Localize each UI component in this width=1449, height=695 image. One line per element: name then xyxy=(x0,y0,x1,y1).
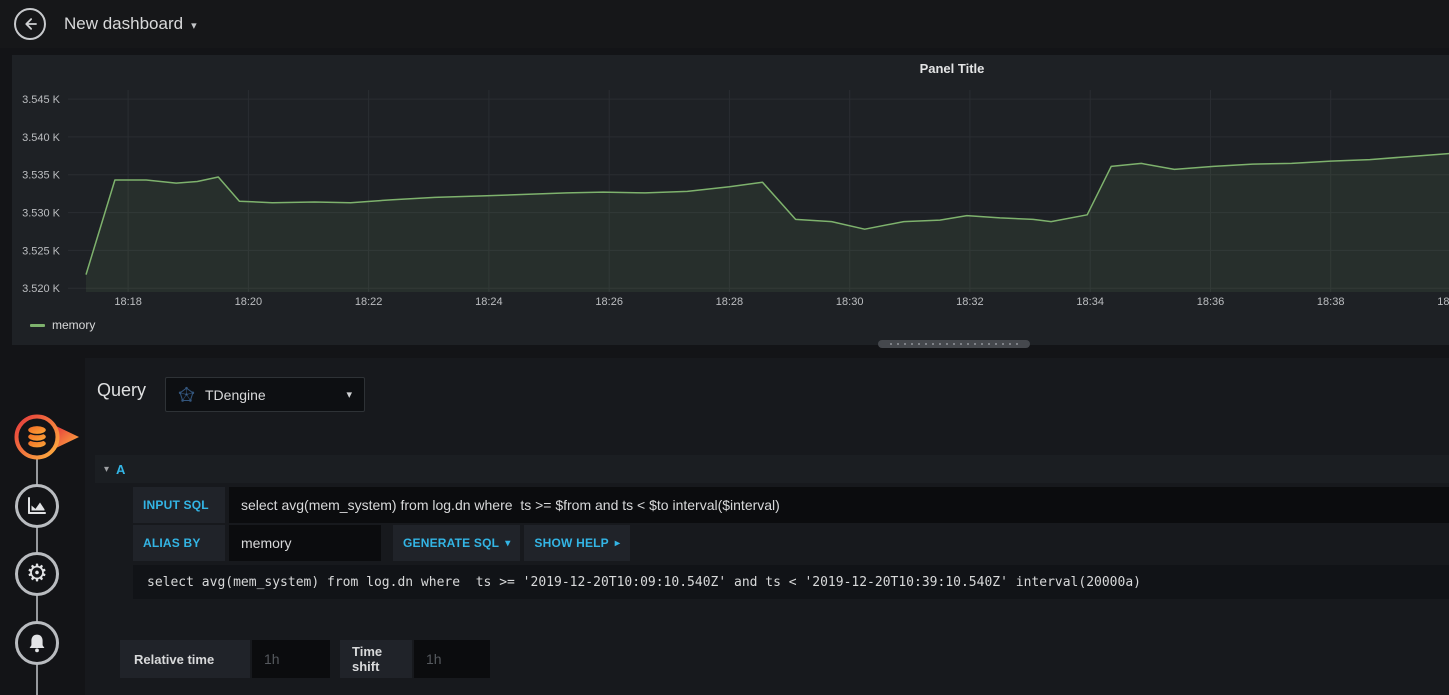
time-shift-field[interactable] xyxy=(414,640,490,678)
show-help-label: SHOW HELP xyxy=(534,536,609,550)
relative-time-field[interactable] xyxy=(252,640,330,678)
generated-sql-row: select avg(mem_system) from log.dn where… xyxy=(133,565,1449,599)
legend-series-label[interactable]: memory xyxy=(52,318,95,332)
graph-panel: Panel Title 3.520 K 3.525 K 3.530 K 3.535 K… xyxy=(12,55,1449,345)
resize-handle-dots xyxy=(890,343,1018,345)
svg-text:3.540 K: 3.540 K xyxy=(22,132,61,144)
dashboard-title: New dashboard xyxy=(64,14,184,33)
svg-text:18:26: 18:26 xyxy=(595,296,623,308)
bell-icon xyxy=(29,634,45,653)
generated-sql-text: select avg(mem_system) from log.dn where… xyxy=(147,574,1141,590)
legend: memory xyxy=(30,318,95,332)
svg-text:18:34: 18:34 xyxy=(1076,296,1104,308)
panel-chart-svg: 3.520 K 3.525 K 3.530 K 3.535 K 3.540 K 3.545… xyxy=(22,90,1449,308)
tab-queries[interactable] xyxy=(13,413,83,461)
svg-text:3.535 K: 3.535 K xyxy=(22,170,61,182)
tab-alert[interactable] xyxy=(15,621,59,665)
query-row-label: A xyxy=(116,461,126,477)
svg-text:3.545 K: 3.545 K xyxy=(22,94,61,106)
query-section-title: Query xyxy=(97,380,147,400)
query-editor-section: Query TDengine ▾ ▾ A INPUT SQL ALIAS BY … xyxy=(85,358,1449,695)
svg-text:18:28: 18:28 xyxy=(716,296,744,308)
tab-visualization[interactable] xyxy=(15,484,59,528)
svg-text:18:30: 18:30 xyxy=(836,296,864,308)
generate-sql-label: GENERATE SQL xyxy=(403,536,500,550)
svg-text:18:20: 18:20 xyxy=(235,296,263,308)
legend-swatch xyxy=(30,323,45,327)
alias-by-label: ALIAS BY xyxy=(133,525,225,561)
back-button[interactable] xyxy=(14,8,46,40)
tdengine-logo-icon xyxy=(178,386,195,402)
panel-resize-handle[interactable] xyxy=(878,340,1030,348)
input-sql-row: INPUT SQL xyxy=(133,487,1449,523)
svg-text:3.520 K: 3.520 K xyxy=(22,283,61,295)
input-sql-field[interactable] xyxy=(229,487,1449,523)
chevron-down-icon: ▾ xyxy=(346,389,352,401)
time-options-row: Relative time Time shift xyxy=(120,640,490,678)
svg-text:3.530 K: 3.530 K xyxy=(22,208,61,220)
chevron-down-icon: ▾ xyxy=(191,20,197,32)
svg-text:18:24: 18:24 xyxy=(475,296,503,308)
database-icon xyxy=(14,414,79,460)
input-sql-label: INPUT SQL xyxy=(133,487,225,523)
alias-row: ALIAS BY GENERATE SQL ▾ SHOW HELP ▸ xyxy=(133,525,631,561)
dashboard-title-dropdown[interactable]: New dashboard ▾ xyxy=(64,14,197,34)
datasource-name: TDengine xyxy=(205,386,266,403)
area-chart-icon xyxy=(28,497,46,514)
chevron-down-icon: ▾ xyxy=(505,537,511,549)
alias-by-field[interactable] xyxy=(229,525,381,561)
svg-text:3.525 K: 3.525 K xyxy=(22,245,61,257)
svg-text:18:36: 18:36 xyxy=(1197,296,1225,308)
datasource-picker[interactable]: TDengine ▾ xyxy=(165,377,365,412)
relative-time-label: Relative time xyxy=(120,640,250,678)
top-navbar: New dashboard ▾ xyxy=(0,0,1449,48)
chevron-right-icon: ▸ xyxy=(614,537,621,549)
generate-sql-button[interactable]: GENERATE SQL ▾ xyxy=(393,525,521,561)
svg-text:18:22: 18:22 xyxy=(355,296,383,308)
svg-text:18:40: 18:40 xyxy=(1437,296,1449,308)
back-arrow-icon xyxy=(25,18,37,30)
svg-text:18:32: 18:32 xyxy=(956,296,984,308)
show-help-button[interactable]: SHOW HELP ▸ xyxy=(524,525,631,561)
query-row-header[interactable]: ▾ A xyxy=(95,455,1449,483)
svg-text:18:38: 18:38 xyxy=(1317,296,1345,308)
gear-icon: ⚙ xyxy=(26,560,48,587)
tab-general[interactable]: ⚙ xyxy=(15,552,59,596)
time-shift-label: Time shift xyxy=(340,640,412,678)
svg-text:18:18: 18:18 xyxy=(114,296,142,308)
collapse-caret-icon: ▾ xyxy=(104,463,110,475)
